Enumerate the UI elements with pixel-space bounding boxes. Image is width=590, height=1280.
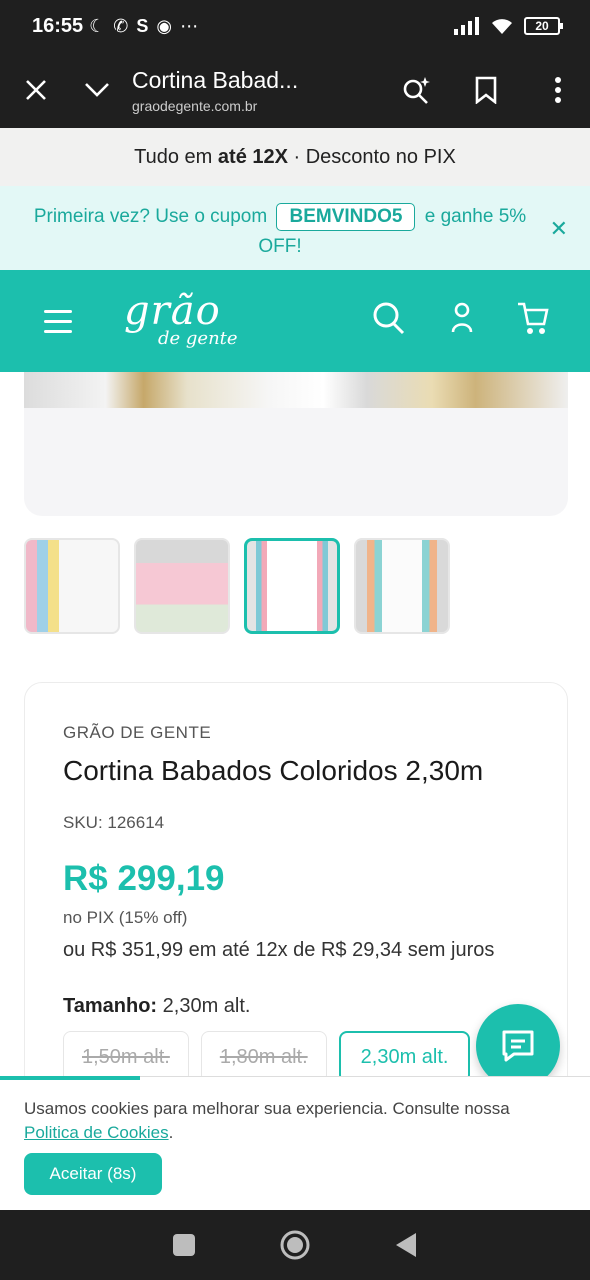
coupon-code[interactable]: BEMVINDO5: [276, 203, 416, 231]
battery-level: 20: [535, 19, 549, 33]
product-image-visible-part: [24, 372, 568, 408]
page-title: Cortina Babad...: [132, 66, 299, 93]
thumbnail-gallery: [24, 538, 450, 634]
chevron-down-icon: [85, 83, 109, 97]
logo-sub-text: de gente: [158, 328, 238, 349]
system-nav-bar: [0, 1210, 590, 1280]
hamburger-line: [44, 310, 72, 313]
product-brand[interactable]: GRÃO DE GENTE: [63, 723, 211, 743]
close-icon: [26, 80, 46, 100]
lens-search-button[interactable]: [386, 52, 446, 128]
chrome-icon: ◉: [156, 15, 173, 36]
size-label: Tamanho: 2,30m alt.: [63, 995, 250, 1018]
hamburger-line: [44, 320, 72, 323]
thumbnail-2[interactable]: [134, 538, 230, 634]
search-icon: [373, 302, 405, 335]
promo-bold: até 12X: [217, 145, 288, 168]
thumbnail-1[interactable]: [24, 538, 120, 634]
cookie-policy-link[interactable]: Politica de Cookies: [24, 1123, 169, 1142]
product-title: Cortina Babados Coloridos 2,30m: [63, 755, 484, 786]
product-price: R$ 299,19: [63, 859, 225, 898]
minimize-button[interactable]: [72, 52, 122, 128]
promo-banner: Tudo em até 12X · Desconto no PIX: [0, 128, 590, 186]
thumbnail-4[interactable]: [354, 538, 450, 634]
more-notifications-icon: ⋯: [180, 15, 199, 36]
cart-button[interactable]: [516, 300, 550, 341]
menu-button[interactable]: [44, 310, 72, 340]
account-button[interactable]: [450, 300, 474, 341]
page-url: graodegente.com.br: [132, 97, 258, 114]
battery-icon: 20: [524, 17, 563, 35]
search-sparkle-icon: [403, 77, 430, 104]
whatsapp-icon: ✆: [113, 15, 129, 36]
site-header: grão de gente: [0, 270, 590, 372]
status-bar: 16:55 ☾ ✆ S ◉ ⋯ 20: [0, 0, 590, 52]
chat-icon: [502, 1030, 534, 1062]
status-notification-icons: ☾ ✆ S ◉ ⋯: [89, 16, 198, 37]
bookmark-icon: [475, 76, 497, 104]
cookie-text-end: .: [168, 1123, 174, 1142]
moon-icon: ☾: [89, 15, 106, 36]
more-options-button[interactable]: [526, 52, 590, 128]
cookie-message: Usamos cookies para melhorar sua experie…: [24, 1097, 564, 1145]
thumbnail-3-selected[interactable]: [244, 538, 340, 634]
coupon-message: Primeira vez? Use o cupom BEMVINDO5 e ga…: [30, 202, 530, 262]
signal-icon: [454, 17, 479, 35]
accept-cookies-button[interactable]: Aceitar (8s): [24, 1153, 162, 1195]
size-label-title: Tamanho:: [63, 995, 158, 1017]
recent-apps-button[interactable]: [172, 1233, 196, 1257]
home-button[interactable]: [279, 1229, 311, 1261]
s-app-icon: S: [136, 15, 149, 36]
cookie-banner: Usamos cookies para melhorar sua experie…: [0, 1076, 590, 1210]
cookie-text: Usamos cookies para melhorar sua experie…: [24, 1099, 510, 1118]
promo-prefix: Tudo em: [134, 145, 218, 168]
cart-icon: [518, 302, 549, 334]
size-label-value: 2,30m alt.: [162, 995, 251, 1017]
page-title-area[interactable]: Cortina Babad... graodegente.com.br: [122, 67, 386, 114]
bookmark-button[interactable]: [446, 52, 526, 128]
cookie-timer-progress: [0, 1076, 140, 1080]
close-tab-button[interactable]: [0, 52, 72, 128]
close-icon: ✕: [549, 216, 568, 241]
back-button[interactable]: [394, 1232, 418, 1258]
installments-text: ou R$ 351,99 em até 12x de R$ 29,34 sem …: [63, 939, 495, 961]
browser-toolbar: Cortina Babad... graodegente.com.br: [0, 52, 590, 128]
status-time: 16:55: [32, 14, 84, 37]
pix-discount-note: no PIX (15% off): [63, 908, 188, 927]
product-main-image[interactable]: [24, 372, 568, 516]
more-vertical-icon: [555, 77, 561, 103]
search-button[interactable]: [372, 300, 406, 341]
user-icon: [451, 302, 473, 333]
coupon-banner: Primeira vez? Use o cupom BEMVINDO5 e ga…: [0, 186, 590, 270]
wifi-icon: [492, 19, 512, 34]
hamburger-line: [44, 330, 72, 333]
promo-suffix: · Desconto no PIX: [287, 145, 456, 168]
coupon-close-button[interactable]: ✕: [550, 216, 568, 242]
product-sku: SKU: 126614: [63, 813, 165, 832]
coupon-text-before: Primeira vez? Use o cupom: [33, 206, 268, 227]
site-logo[interactable]: grão de gente: [124, 288, 238, 349]
